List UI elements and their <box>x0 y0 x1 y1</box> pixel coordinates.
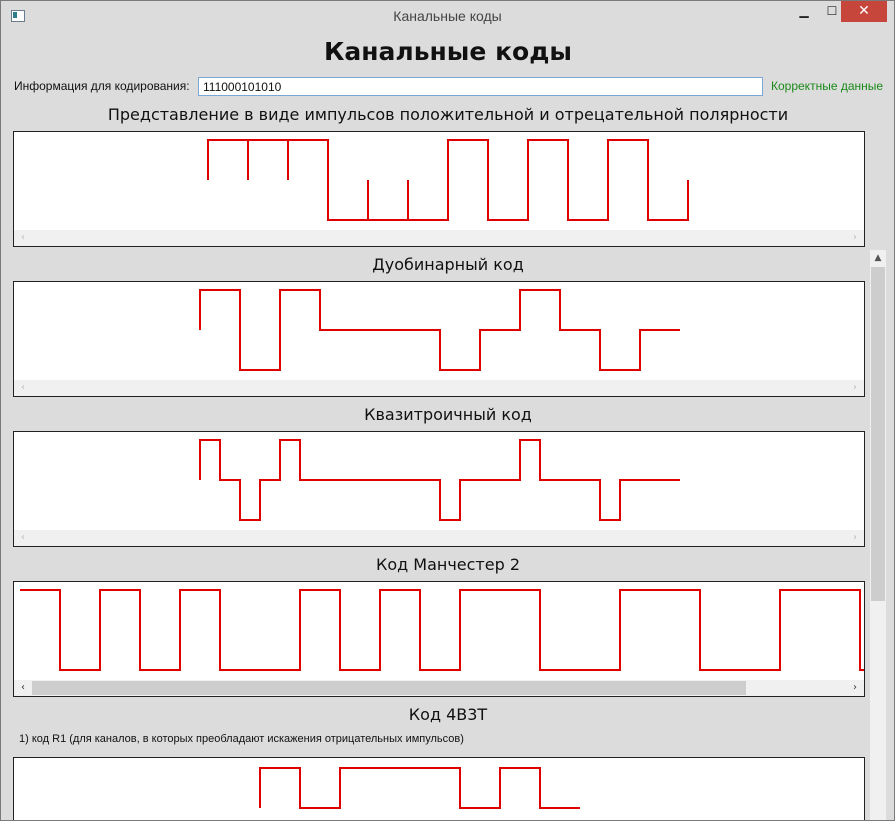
scroll-right-icon[interactable]: › <box>848 530 862 546</box>
panel-manchester: ‹ › <box>13 581 865 697</box>
polar-signal-line <box>207 139 689 221</box>
section-title-duobinary: Дуобинарный код <box>372 255 524 274</box>
hscroll-thumb[interactable] <box>32 681 746 695</box>
code-r1-description: 1) код R1 (для каналов, в которых преобл… <box>19 733 464 745</box>
scroll-right-icon[interactable]: › <box>848 680 862 696</box>
scroll-left-icon[interactable]: ‹ <box>16 380 30 396</box>
info-input[interactable] <box>198 77 763 96</box>
quasi-signal-line <box>199 439 680 521</box>
manchester-hscroll[interactable]: ‹ › <box>14 680 864 696</box>
polar-hscroll[interactable]: ‹ › <box>14 230 864 246</box>
vscroll-thumb[interactable] <box>871 267 885 601</box>
main-window: Канальные коды ▁ ☐ ✕ Канальные коды Инфо… <box>0 0 895 821</box>
close-icon[interactable]: ✕ <box>841 1 887 22</box>
title-bar[interactable]: Канальные коды ▁ ☐ ✕ <box>1 1 894 31</box>
duobinary-signal-plot <box>199 289 680 371</box>
section-title-polar: Представление в виде импульсов положител… <box>107 105 789 124</box>
panel-duobinary: ‹ › <box>13 281 865 397</box>
polar-signal-plot <box>207 139 689 221</box>
page-vscroll[interactable]: ▲ <box>870 250 886 820</box>
quasi-hscroll[interactable]: ‹ › <box>14 530 864 546</box>
panel-polar: ‹ › <box>13 131 865 247</box>
scroll-right-icon[interactable]: › <box>848 230 862 246</box>
duobinary-signal-line <box>199 289 680 371</box>
minimize-icon[interactable]: ▁ <box>791 1 817 22</box>
panel-4b3t <box>13 757 865 820</box>
section-title-4b3t: Код 4B3T <box>408 705 488 724</box>
window-title: Канальные коды <box>393 8 502 24</box>
4b3t-signal-line <box>259 767 580 809</box>
status-text: Корректные данные <box>771 79 884 93</box>
input-label: Информация для кодирования: <box>14 79 190 93</box>
scroll-left-icon[interactable]: ‹ <box>16 680 30 696</box>
section-title-manchester: Код Манчестер 2 <box>375 555 521 574</box>
duobinary-hscroll[interactable]: ‹ › <box>14 380 864 396</box>
scroll-left-icon[interactable]: ‹ <box>16 530 30 546</box>
panel-quasi: ‹ › <box>13 431 865 547</box>
quasi-signal-plot <box>199 439 680 521</box>
manchester-signal-line <box>20 589 864 671</box>
scroll-right-icon[interactable]: › <box>848 380 862 396</box>
page-title: Канальные коды <box>323 37 573 66</box>
section-title-quasi: Квазитроичный код <box>364 405 532 424</box>
4b3t-signal-plot <box>259 767 580 809</box>
client-area: Канальные коды Информация для кодировани… <box>9 31 887 820</box>
manchester-signal-plot <box>20 589 864 671</box>
scroll-left-icon[interactable]: ‹ <box>16 230 30 246</box>
